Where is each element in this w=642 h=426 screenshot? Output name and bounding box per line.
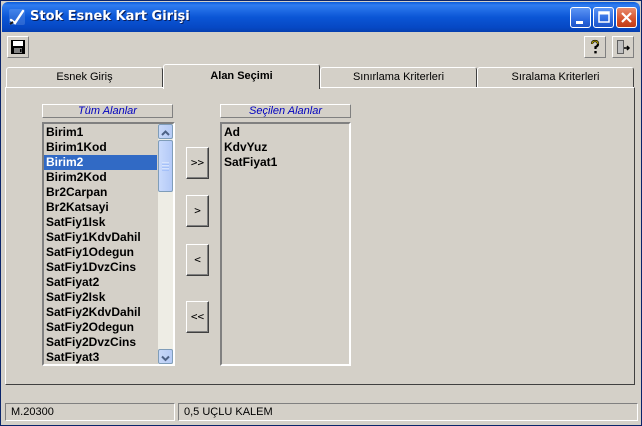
toolbar [2,32,640,62]
close-button[interactable] [616,7,637,28]
selected-list-item[interactable]: KdvYuz [222,140,349,155]
all-list-item[interactable]: SatFiyat2 [44,275,173,290]
floppy-disk-icon [11,40,25,54]
selected-fields-list[interactable]: Ad KdvYuz SatFiyat1 [220,122,351,366]
close-icon [621,12,632,23]
add-all-button[interactable]: >> [186,147,209,179]
selected-fields-caption: Seçilen Alanlar [220,104,351,118]
chevron-down-icon [161,355,170,362]
status-bar: M.20300 0,5 UÇLU KALEM [2,401,640,423]
scroll-thumb[interactable] [158,140,173,192]
question-mark-icon [590,39,600,54]
chevron-up-icon [161,130,170,136]
all-fields-scrollbar[interactable] [157,124,173,364]
door-exit-icon [617,40,631,54]
remove-all-button[interactable]: << [186,301,209,333]
all-list-item[interactable]: Birim1Kod [44,140,173,155]
maximize-button[interactable] [593,7,614,28]
all-list-item[interactable]: SatFiy1Isk [44,215,173,230]
all-list-item[interactable]: Br2Carpan [44,185,173,200]
tab-sinirlama-kriterleri[interactable]: Sınırlama Kriterleri [320,67,477,87]
all-list-item[interactable]: Birim2 [44,155,173,170]
all-list-item[interactable]: SatFiy2KdvDahil [44,305,173,320]
scroll-down-button[interactable] [158,349,173,364]
all-fields-items: Birim1 Birim1Kod Birim2 Birim2Kod Br2Carpan B… [44,124,173,364]
title-bar[interactable]: Stok Esnek Kart Girişi [2,2,640,32]
all-fields-caption: Tüm Alanlar [42,104,173,118]
all-list-item[interactable]: Birim2Kod [44,170,173,185]
exit-button[interactable] [612,36,634,58]
minimize-icon [576,21,583,24]
all-list-item[interactable]: SatFiy2Odegun [44,320,173,335]
tab-alan-secimi[interactable]: Alan Seçimi [163,64,320,89]
all-fields-list[interactable]: Birim1 Birim1Kod Birim2 Birim2Kod Br2Carpan B… [42,122,175,366]
grip-icon [162,162,169,171]
remove-one-button[interactable]: < [186,244,209,276]
selected-fields-items: Ad KdvYuz SatFiyat1 [222,124,349,170]
minimize-button[interactable] [570,7,591,28]
all-list-item[interactable]: SatFiy2Isk [44,290,173,305]
add-one-button[interactable]: > [186,195,209,227]
app-icon [9,9,25,25]
all-list-item[interactable]: Br2Katsayi [44,200,173,215]
save-button[interactable] [7,36,29,58]
all-list-item[interactable]: SatFiy2DvzCins [44,335,173,350]
all-list-item[interactable]: SatFiyat3 [44,350,173,364]
help-button[interactable] [584,36,606,58]
main-window: Stok Esnek Kart Girişi Esnek Giriş Alan … [0,0,642,426]
all-list-item[interactable]: SatFiy1KdvDahil [44,230,173,245]
window-title: Stok Esnek Kart Girişi [30,9,190,24]
maximize-icon [598,11,610,23]
tab-siralama-kriterleri[interactable]: Sıralama Kriterleri [477,67,634,87]
all-list-item[interactable]: SatFiy1DvzCins [44,260,173,275]
all-list-item[interactable]: Birim1 [44,125,173,140]
scroll-up-button[interactable] [158,124,173,139]
all-list-item[interactable]: SatFiy1Odegun [44,245,173,260]
selected-list-item[interactable]: Ad [222,125,349,140]
selected-list-item[interactable]: SatFiyat1 [222,155,349,170]
status-code: M.20300 [5,403,175,421]
tab-esnek-giris[interactable]: Esnek Giriş [6,67,163,87]
status-message: 0,5 UÇLU KALEM [178,403,638,421]
